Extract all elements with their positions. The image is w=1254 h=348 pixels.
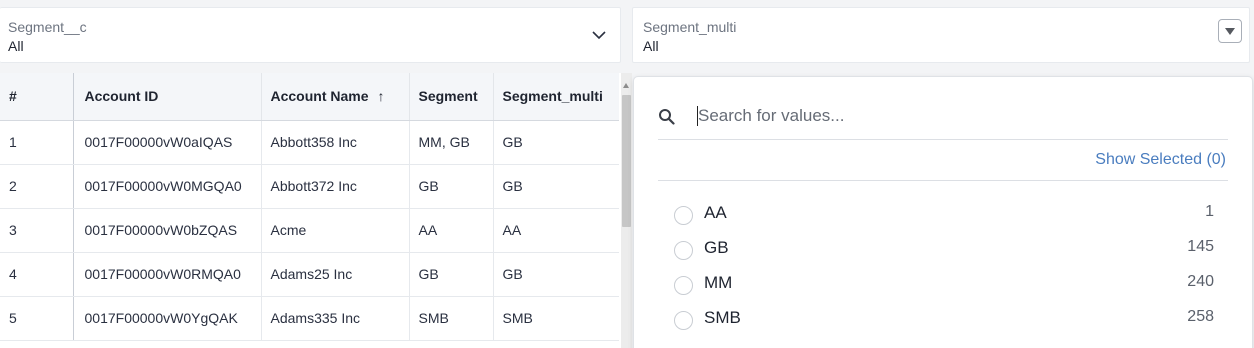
radio-button[interactable]: [674, 241, 693, 260]
option-aa[interactable]: AA 1: [674, 201, 1214, 227]
cell-segment-multi: GB: [493, 164, 619, 209]
option-label: SMB: [704, 308, 741, 327]
cell-account-id: 0017F00000vW0RMQA0: [73, 252, 262, 297]
option-label: AA: [704, 203, 727, 222]
radio-button[interactable]: [674, 206, 693, 225]
table-header-row: # Account ID Account Name ↑ Segment Segme…: [0, 73, 619, 121]
radio-button[interactable]: [674, 276, 693, 295]
option-label: MM: [704, 273, 733, 292]
column-header-segment[interactable]: Segment: [409, 73, 494, 121]
table-row[interactable]: 4 0017F00000vW0RMQA0 Adams25 Inc GB GB: [0, 252, 619, 297]
table-scrollbar[interactable]: [621, 73, 632, 348]
option-gb[interactable]: GB 145: [674, 236, 1214, 262]
table-row[interactable]: 1 0017F00000vW0aIQAS Abbott358 Inc MM, G…: [0, 120, 619, 165]
text-cursor: [697, 106, 698, 126]
cell-segment-multi: GB: [493, 252, 619, 297]
segment-multi-filter[interactable]: Segment_multi All: [632, 7, 1250, 63]
option-count: 240: [1187, 273, 1214, 290]
radio-button[interactable]: [674, 311, 693, 330]
column-header-account-name[interactable]: Account Name ↑: [261, 73, 410, 121]
cell-segment: AA: [409, 208, 494, 253]
column-header-index[interactable]: #: [0, 73, 74, 121]
table-row[interactable]: 3 0017F00000vW0bZQAS Acme AA AA: [0, 208, 619, 253]
cell-account-name: Abbott372 Inc: [261, 164, 410, 209]
scrollbar-thumb[interactable]: [622, 95, 631, 227]
cell-segment-multi: GB: [493, 120, 619, 165]
segment-c-filter[interactable]: Segment__c All: [0, 7, 621, 63]
search-icon: [659, 109, 675, 125]
segment-multi-dropdown-panel: Show Selected (0) AA 1 GB 145 MM 240 SMB…: [633, 76, 1253, 348]
cell-segment: GB: [409, 252, 494, 297]
cell-segment-multi: AA: [493, 208, 619, 253]
cell-account-name: Abbott358 Inc: [261, 120, 410, 165]
option-count: 1: [1205, 203, 1214, 220]
sort-ascending-icon: ↑: [377, 88, 385, 105]
scroll-up-arrow-icon[interactable]: [623, 83, 629, 88]
option-count: 258: [1187, 308, 1214, 325]
filter-value: All: [8, 38, 24, 54]
column-header-account-id[interactable]: Account ID: [73, 73, 262, 121]
cell-segment: SMB: [409, 296, 494, 341]
cell-account-id: 0017F00000vW0YgQAK: [73, 296, 262, 341]
filter-value: All: [643, 38, 659, 54]
divider: [658, 180, 1228, 181]
accounts-table: # Account ID Account Name ↑ Segment Segme…: [0, 73, 621, 348]
search-input[interactable]: [698, 103, 1218, 129]
cell-segment: MM, GB: [409, 120, 494, 165]
cell-account-name: Adams25 Inc: [261, 252, 410, 297]
filter-label: Segment__c: [8, 19, 87, 35]
cell-account-id: 0017F00000vW0MGQA0: [73, 164, 262, 209]
show-selected-link[interactable]: Show Selected (0): [1095, 151, 1226, 169]
cell-index: 2: [0, 164, 74, 209]
table-row[interactable]: 2 0017F00000vW0MGQA0 Abbott372 Inc GB GB: [0, 164, 619, 209]
option-mm[interactable]: MM 240: [674, 271, 1214, 297]
cell-index: 5: [0, 296, 74, 341]
cell-index: 4: [0, 252, 74, 297]
filter-label: Segment_multi: [643, 19, 737, 35]
cell-account-id: 0017F00000vW0aIQAS: [73, 120, 262, 165]
table-row[interactable]: 5 0017F00000vW0YgQAK Adams335 Inc SMB SM…: [0, 296, 619, 341]
cell-account-name: Acme: [261, 208, 410, 253]
search-row: [658, 95, 1228, 140]
cell-index: 1: [0, 120, 74, 165]
cell-account-id: 0017F00000vW0bZQAS: [73, 208, 262, 253]
column-header-segment-multi[interactable]: Segment_multi: [493, 73, 619, 121]
cell-account-name: Adams335 Inc: [261, 296, 410, 341]
cell-index: 3: [0, 208, 74, 253]
option-count: 145: [1187, 238, 1214, 255]
dropdown-triangle-icon[interactable]: [1218, 19, 1242, 43]
chevron-down-icon[interactable]: [592, 28, 606, 42]
option-label: GB: [704, 238, 729, 257]
cell-segment: GB: [409, 164, 494, 209]
option-smb[interactable]: SMB 258: [674, 306, 1214, 332]
cell-segment-multi: SMB: [493, 296, 619, 341]
